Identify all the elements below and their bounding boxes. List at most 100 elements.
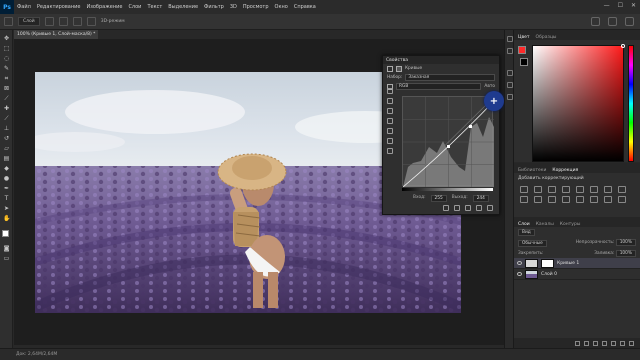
move-tool-icon[interactable] bbox=[4, 17, 13, 26]
move-icon[interactable]: ✥ bbox=[3, 36, 10, 42]
channel-select[interactable]: RGB bbox=[396, 83, 482, 90]
distribute-icon[interactable] bbox=[86, 17, 96, 26]
marquee-icon[interactable]: ⬚ bbox=[3, 46, 10, 52]
exposure-icon[interactable] bbox=[562, 186, 570, 193]
pencil-icon[interactable] bbox=[387, 128, 393, 134]
eye-icon[interactable] bbox=[517, 272, 522, 276]
menu-view[interactable]: Просмотр bbox=[240, 4, 272, 10]
menu-window[interactable]: Окно bbox=[272, 4, 291, 10]
photo-filter-icon[interactable] bbox=[520, 196, 528, 203]
layer-kind-select[interactable]: Вид bbox=[518, 229, 535, 236]
history-brush-icon[interactable]: ↺ bbox=[3, 136, 10, 142]
layer-row-curves[interactable]: Кривые 1 bbox=[514, 258, 640, 269]
fx-icon[interactable] bbox=[584, 340, 589, 346]
new-adjustment-icon[interactable] bbox=[602, 340, 607, 346]
clip-to-layer-icon[interactable] bbox=[443, 205, 449, 211]
trash-icon[interactable] bbox=[629, 340, 634, 346]
align-center-icon[interactable] bbox=[58, 17, 68, 26]
hue-saturation-icon[interactable] bbox=[590, 186, 598, 193]
posterize-icon[interactable] bbox=[576, 196, 584, 203]
color-lookup-icon[interactable] bbox=[548, 196, 556, 203]
align-left-icon[interactable] bbox=[44, 17, 54, 26]
preset-select[interactable]: Заказная bbox=[405, 74, 495, 81]
black-point-eyedropper-icon[interactable] bbox=[387, 88, 393, 94]
trash-icon[interactable] bbox=[487, 205, 493, 211]
gradient-map-icon[interactable] bbox=[604, 196, 612, 203]
folder-icon[interactable] bbox=[611, 340, 616, 346]
menu-3d[interactable]: 3D bbox=[227, 4, 240, 10]
document-tab[interactable]: 100% (Кривые 1, Слой-маска/8) * bbox=[14, 30, 98, 39]
opacity-field[interactable]: 100% bbox=[615, 239, 636, 246]
lasso-icon[interactable]: ◌ bbox=[3, 56, 10, 62]
eyedropper-icon[interactable]: ⟋ bbox=[3, 96, 10, 102]
minimize-icon[interactable]: — bbox=[604, 2, 610, 9]
eraser-icon[interactable]: ▱ bbox=[3, 146, 10, 152]
properties-panel-icon[interactable] bbox=[507, 94, 513, 100]
frame-icon[interactable]: ⊠ bbox=[3, 86, 10, 92]
close-icon[interactable]: ✕ bbox=[631, 2, 636, 9]
vibrance-icon[interactable] bbox=[576, 186, 584, 193]
threshold-icon[interactable] bbox=[590, 196, 598, 203]
smooth-icon[interactable] bbox=[387, 138, 393, 144]
curves-icon[interactable] bbox=[548, 186, 556, 193]
align-right-icon[interactable] bbox=[72, 17, 82, 26]
hand-icon[interactable]: ✋ bbox=[3, 216, 10, 222]
black-white-icon[interactable] bbox=[618, 186, 626, 193]
visibility-icon[interactable] bbox=[476, 205, 482, 211]
link-icon[interactable] bbox=[575, 340, 580, 346]
view-previous-icon[interactable] bbox=[454, 205, 460, 211]
crop-icon[interactable]: ⌗ bbox=[3, 76, 10, 82]
levels-icon[interactable] bbox=[534, 186, 542, 193]
mask-icon[interactable] bbox=[396, 65, 402, 72]
layer-name[interactable]: Кривые 1 bbox=[557, 261, 579, 266]
layer-name[interactable]: Слой 0 bbox=[541, 272, 557, 277]
gradient-icon[interactable]: ▤ bbox=[3, 156, 10, 162]
curves-graph[interactable] bbox=[402, 96, 495, 188]
workspace-icon[interactable] bbox=[608, 17, 617, 26]
blur-icon[interactable]: ◆ bbox=[3, 166, 10, 172]
character-panel-icon[interactable] bbox=[507, 70, 513, 76]
curve-point-icon[interactable] bbox=[387, 118, 393, 124]
paragraph-panel-icon[interactable] bbox=[507, 82, 513, 88]
tab-color[interactable]: Цвет bbox=[518, 35, 530, 40]
menu-select[interactable]: Выделение bbox=[165, 4, 201, 10]
tab-swatches[interactable]: Образцы bbox=[536, 35, 557, 40]
auto-button[interactable]: Авто bbox=[484, 84, 495, 89]
menu-file[interactable]: Файл bbox=[14, 4, 34, 10]
menu-edit[interactable]: Редактирование bbox=[34, 4, 84, 10]
tab-channels[interactable]: Каналы bbox=[536, 222, 554, 227]
brush-icon[interactable]: ⟋ bbox=[3, 116, 10, 122]
menu-image[interactable]: Изображение bbox=[83, 4, 125, 10]
color-picker-cursor[interactable] bbox=[621, 44, 625, 48]
new-layer-icon[interactable] bbox=[620, 340, 625, 346]
background-swatch[interactable] bbox=[520, 58, 528, 66]
reset-icon[interactable] bbox=[465, 205, 471, 211]
quick-select-icon[interactable]: ✎ bbox=[3, 66, 10, 72]
maximize-icon[interactable]: ☐ bbox=[618, 2, 623, 9]
layer-row-base[interactable]: Слой 0 bbox=[514, 269, 640, 280]
quick-mask-icon[interactable]: ◙ bbox=[3, 246, 10, 252]
menu-help[interactable]: Справка bbox=[291, 4, 319, 10]
menu-type[interactable]: Текст bbox=[144, 4, 165, 10]
foreground-color-swatch[interactable] bbox=[2, 230, 9, 237]
invert-icon[interactable] bbox=[562, 196, 570, 203]
tab-layers[interactable]: Слои bbox=[518, 222, 530, 227]
pen-icon[interactable]: ✒ bbox=[3, 186, 10, 192]
document-size-status[interactable]: Док: 2,64M/2,64M bbox=[16, 352, 57, 357]
tab-adjustments[interactable]: Коррекция bbox=[552, 168, 578, 173]
menu-layers[interactable]: Слои bbox=[125, 4, 144, 10]
screen-mode-icon[interactable]: ▭ bbox=[3, 256, 10, 262]
hue-slider[interactable] bbox=[628, 45, 634, 162]
layer-mask-thumbnail[interactable] bbox=[541, 258, 554, 268]
fill-field[interactable]: 100% bbox=[615, 250, 636, 257]
stamp-icon[interactable]: ⊥ bbox=[3, 126, 10, 132]
input-field[interactable]: 255 bbox=[430, 195, 447, 202]
gray-point-eyedropper-icon[interactable] bbox=[387, 98, 393, 104]
path-select-icon[interactable]: ➤ bbox=[3, 206, 10, 212]
curve-control-point[interactable] bbox=[469, 125, 472, 128]
menu-filter[interactable]: Фильтр bbox=[201, 4, 227, 10]
brightness-icon[interactable] bbox=[520, 186, 528, 193]
sample-select[interactable]: Слой bbox=[18, 17, 40, 26]
white-point-eyedropper-icon[interactable] bbox=[387, 108, 393, 114]
share-icon[interactable] bbox=[625, 17, 634, 26]
